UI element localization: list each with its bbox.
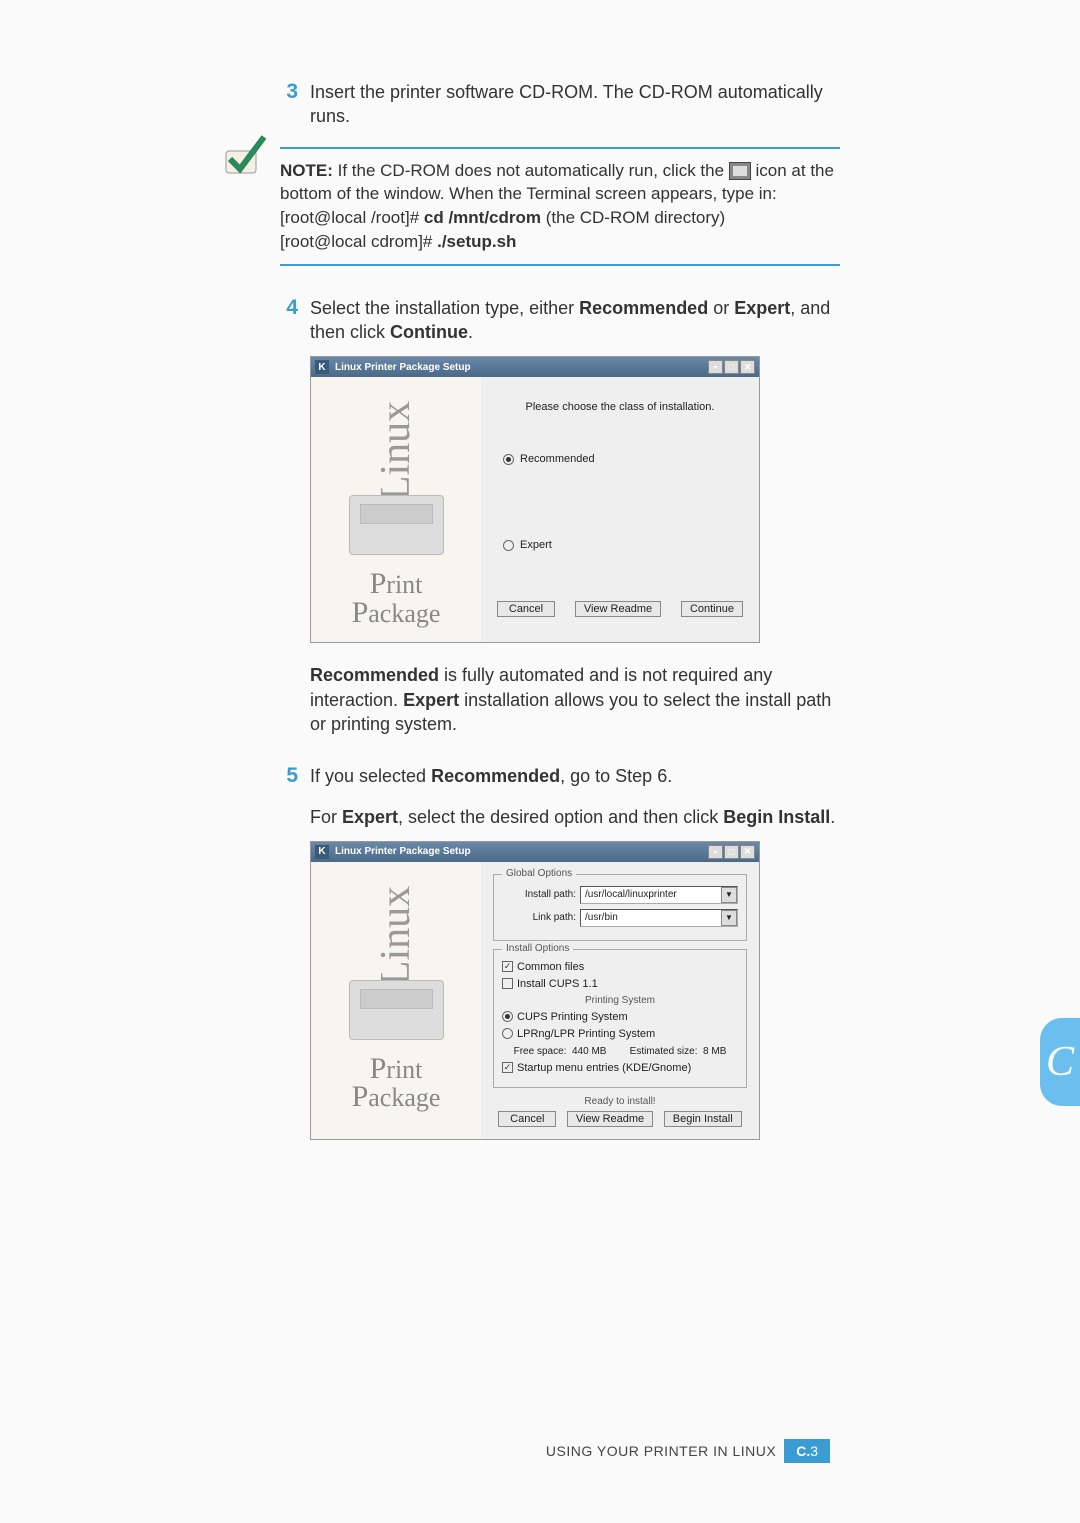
package-logo: PrintPackage: [352, 570, 441, 627]
installer-main: Please choose the class of installation.…: [481, 377, 759, 642]
titlebar[interactable]: K Linux Printer Package Setup ▪ □ ✕: [311, 357, 759, 377]
step-number: 5: [280, 764, 310, 829]
step-5: 5 If you selected Recommended, go to Ste…: [280, 764, 840, 829]
installer-window-1: K Linux Printer Package Setup ▪ □ ✕ Linu…: [310, 356, 760, 643]
maximize-button[interactable]: □: [724, 845, 739, 859]
radio-cups[interactable]: CUPS Printing System: [502, 1011, 738, 1023]
section-letter: C: [1046, 1038, 1074, 1086]
step-number: 4: [280, 296, 310, 345]
link-path-combo[interactable]: /usr/bin ▼: [580, 909, 738, 927]
cmd1-post: (the CD-ROM directory): [541, 208, 725, 227]
radio-label: Expert: [520, 539, 552, 551]
radio-expert[interactable]: Expert: [503, 539, 747, 551]
install-options: Install Options Common files Install CUP…: [493, 949, 747, 1088]
continue-button[interactable]: Continue: [681, 601, 743, 617]
kde-icon: K: [315, 845, 329, 859]
kde-icon: K: [315, 360, 329, 374]
step-3: 3 Insert the printer software CD-ROM. Th…: [280, 80, 840, 129]
step-number: 3: [280, 80, 310, 129]
printing-system-header: Printing System: [502, 995, 738, 1006]
ready-label: Ready to install!: [493, 1096, 747, 1107]
view-readme-button[interactable]: View Readme: [567, 1111, 653, 1127]
maximize-button[interactable]: □: [724, 360, 739, 374]
install-path-label: Install path:: [502, 889, 576, 900]
package-logo: PrintPackage: [352, 1055, 441, 1112]
recommended-explain: Recommended is fully automated and is no…: [310, 663, 840, 736]
linux-logo: Linux: [372, 401, 420, 501]
radio-icon[interactable]: [503, 454, 514, 465]
note-block: NOTE: If the CD-ROM does not automatical…: [280, 147, 840, 266]
radio-recommended[interactable]: Recommended: [503, 453, 747, 465]
printer-icon: [349, 495, 444, 555]
cmd1: cd /mnt/cdrom: [424, 208, 541, 227]
titlebar[interactable]: K Linux Printer Package Setup ▪ □ ✕: [311, 842, 759, 862]
cmd1-pre: [root@local /root]#: [280, 208, 424, 227]
radio-label: Recommended: [520, 453, 595, 465]
installer-sidebar: Linux PrintPackage: [311, 377, 481, 642]
step-text: Select the installation type, either Rec…: [310, 296, 840, 345]
cancel-button[interactable]: Cancel: [497, 601, 555, 617]
step-4: 4 Select the installation type, either R…: [280, 296, 840, 345]
checkbox-icon[interactable]: [502, 1062, 513, 1073]
link-path-label: Link path:: [502, 912, 576, 923]
installer-sidebar: Linux PrintPackage: [311, 862, 481, 1139]
window-title: Linux Printer Package Setup: [335, 362, 471, 373]
page-footer: USING YOUR PRINTER IN LINUX C.3: [546, 1439, 830, 1463]
install-path-combo[interactable]: /usr/local/linuxprinter ▼: [580, 886, 738, 904]
global-options: Global Options Install path: /usr/local/…: [493, 874, 747, 941]
checkbox-startup-entries[interactable]: Startup menu entries (KDE/Gnome): [502, 1062, 738, 1074]
installer-window-2: K Linux Printer Package Setup ▪ □ ✕ Linu…: [310, 841, 760, 1140]
size-stats: Free space: 440 MB Estimated size: 8 MB: [502, 1046, 738, 1057]
dropdown-icon[interactable]: ▼: [721, 887, 737, 903]
checkbox-install-cups[interactable]: Install CUPS 1.1: [502, 978, 738, 990]
footer-title: USING YOUR PRINTER IN LINUX: [546, 1443, 784, 1459]
radio-icon[interactable]: [502, 1011, 513, 1022]
step-text: If you selected Recommended, go to Step …: [310, 764, 840, 829]
section-tab: C: [1040, 1018, 1080, 1106]
radio-lpr[interactable]: LPRng/LPR Printing System: [502, 1028, 738, 1040]
close-button[interactable]: ✕: [740, 360, 755, 374]
checkbox-icon[interactable]: [502, 978, 513, 989]
dropdown-icon[interactable]: ▼: [721, 910, 737, 926]
close-button[interactable]: ✕: [740, 845, 755, 859]
window-title: Linux Printer Package Setup: [335, 846, 471, 857]
cmd2-pre: [root@local cdrom]#: [280, 232, 437, 251]
linux-logo: Linux: [372, 886, 420, 986]
printer-icon: [349, 980, 444, 1040]
view-readme-button[interactable]: View Readme: [575, 601, 661, 617]
checkbox-common-files[interactable]: Common files: [502, 961, 738, 973]
checkbox-icon[interactable]: [502, 961, 513, 972]
cancel-button[interactable]: Cancel: [498, 1111, 556, 1127]
begin-install-button[interactable]: Begin Install: [664, 1111, 742, 1127]
fieldset-legend: Install Options: [502, 943, 573, 954]
note-check-icon: [220, 131, 268, 179]
fieldset-legend: Global Options: [502, 868, 576, 879]
cmd2: ./setup.sh: [437, 232, 516, 251]
step-text: Insert the printer software CD-ROM. The …: [310, 80, 840, 129]
radio-icon[interactable]: [502, 1028, 513, 1039]
footer-page-number: C.3: [784, 1439, 830, 1463]
panel-instruction: Please choose the class of installation.: [493, 401, 747, 413]
minimize-button[interactable]: ▪: [708, 845, 723, 859]
minimize-button[interactable]: ▪: [708, 360, 723, 374]
note-text1: If the CD-ROM does not automatically run…: [338, 161, 729, 180]
terminal-icon: [729, 162, 751, 180]
note-label: NOTE:: [280, 161, 333, 180]
installer-main: Global Options Install path: /usr/local/…: [481, 862, 759, 1139]
radio-icon[interactable]: [503, 540, 514, 551]
